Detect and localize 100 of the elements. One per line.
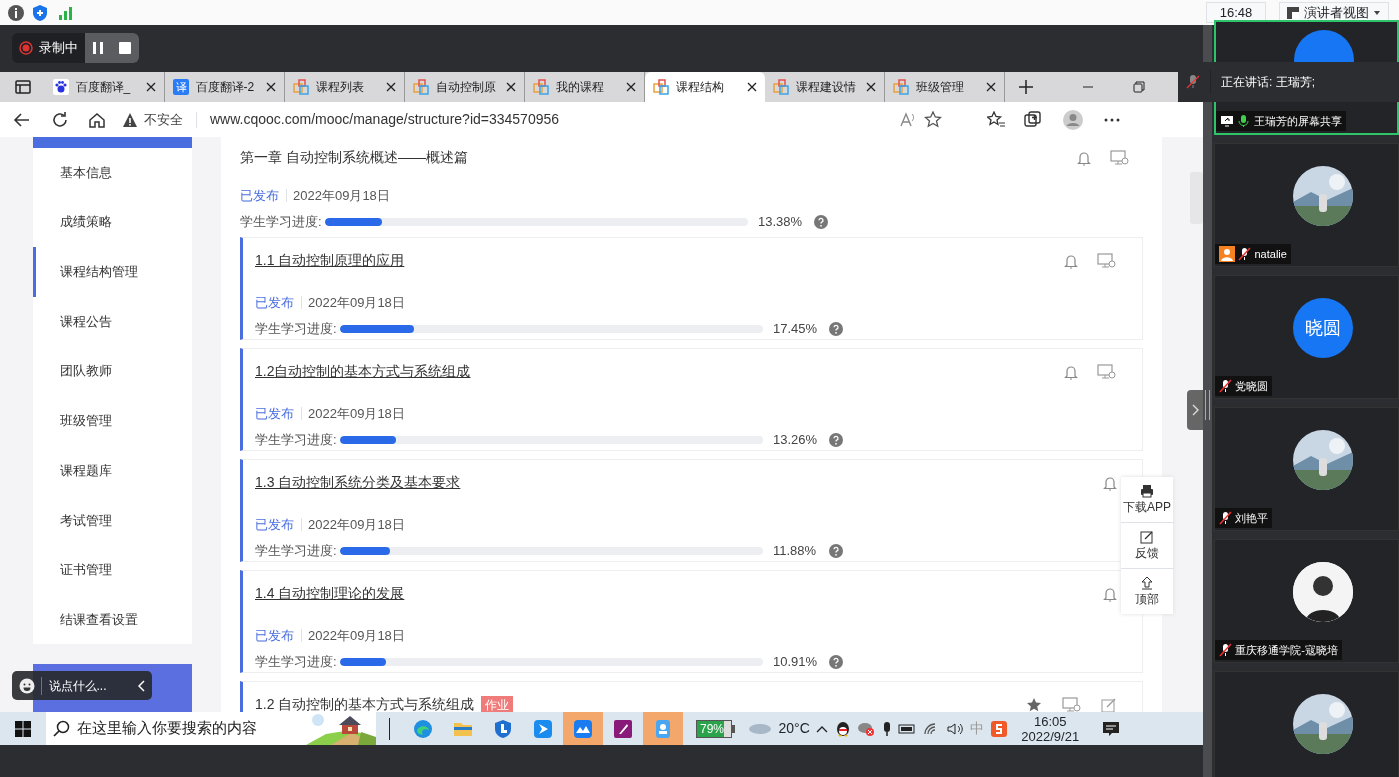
pen-app-icon[interactable] [612,717,634,740]
taskbar-time: 16:05 [1033,713,1067,729]
clock: 16:48 [1205,1,1267,24]
read-aloud-icon[interactable] [899,110,917,129]
sidebar-item[interactable]: 课程公告 [33,296,192,347]
publish-status: 已发布 [255,294,294,312]
section-title[interactable]: 1.4 自动控制理论的发展 [255,583,1103,604]
arrow-app-icon[interactable] [532,717,554,740]
close-icon[interactable] [626,82,636,92]
progress-label: 学生学习进度: [255,320,338,338]
emoji-icon[interactable] [18,677,35,694]
close-icon[interactable] [146,82,156,92]
url-field[interactable]: www.cqooc.com/mooc/manage/structure?id=334570956 [210,109,893,130]
progress-reading: 13.38% [758,213,804,231]
sidebar-item[interactable]: 课程题库 [33,445,192,496]
float-tool-button[interactable]: 顶部 [1121,568,1173,614]
restore-icon[interactable] [1133,81,1145,93]
sidebar-item[interactable]: 证书管理 [33,545,192,595]
scrollbar-thumb[interactable] [1190,172,1203,224]
squares-icon [893,79,909,95]
new-tab-icon[interactable] [1018,79,1034,95]
browser-icon[interactable] [412,717,434,740]
paw-icon [53,79,69,95]
chevron-up-icon[interactable] [816,724,829,733]
pause-icon[interactable] [91,41,105,55]
bell-icon[interactable] [1063,252,1078,269]
close-icon[interactable] [506,82,516,92]
tab-actions-icon[interactable] [14,79,31,95]
sidebar-item[interactable]: 考试管理 [33,495,192,546]
chevron-left-icon[interactable] [137,679,146,692]
profile-icon[interactable] [1061,108,1084,131]
shield-icon[interactable] [31,3,49,22]
mountain-app-icon[interactable] [572,717,594,740]
refresh-icon[interactable] [50,110,69,129]
help-icon[interactable] [829,654,843,669]
sidebar-item[interactable]: 结课查看设置 [33,594,192,645]
close-icon[interactable] [986,82,996,92]
close-icon[interactable] [747,82,757,92]
monitor-icon[interactable] [1097,252,1117,269]
windows-icon[interactable] [14,719,32,738]
sidebar-item[interactable]: 基本信息 [33,147,192,198]
publish-status: 已发布 [255,405,294,423]
video-tile: 晓圆 党晓圆 [1214,275,1399,399]
bell-icon[interactable] [1063,363,1078,380]
publish-status: 已发布 [255,627,294,645]
video-tile: 重庆移通学院-寇晓培 [1214,539,1399,663]
sidebar-item[interactable]: 课程结构管理 [33,247,192,297]
monitor-icon[interactable] [1110,149,1130,166]
publish-status: 已发布 [255,516,294,534]
float-tool-button[interactable]: 反馈 [1121,522,1173,568]
favorite-add-icon[interactable] [923,110,942,129]
float-tool-button[interactable]: 下载APP [1121,477,1173,522]
cloud-error-icon[interactable] [857,720,876,737]
back-icon[interactable] [13,110,31,129]
section-title[interactable]: 1.2 自动控制的基本方式与系统组成 [255,694,475,712]
help-icon[interactable] [829,321,843,336]
splitter-handle[interactable] [1205,390,1210,420]
sidebar-item[interactable]: 团队教师 [33,346,192,397]
arrow-up-icon [1140,575,1154,590]
battery-icon[interactable] [898,723,917,734]
sidebar-item[interactable]: 成绩策略 [33,197,192,247]
recording-indicator: 录制中 [12,38,85,58]
penguin-icon[interactable] [834,720,851,737]
monitor-icon[interactable] [1061,696,1082,712]
section-title[interactable]: 1.2自动控制的基本方式与系统组成 [255,361,1064,382]
volume-icon[interactable] [947,721,964,736]
close-icon[interactable] [386,82,396,92]
home-icon[interactable] [88,110,106,129]
bell-icon[interactable] [1103,585,1117,602]
progress-label: 学生学习进度: [255,431,338,449]
info-icon[interactable] [6,3,25,22]
bell-icon[interactable] [1076,149,1091,166]
edit-icon[interactable] [1101,696,1117,712]
collections-icon[interactable] [1024,110,1042,129]
close-icon[interactable] [866,82,876,92]
shield-icon[interactable] [492,717,514,740]
microphone-icon[interactable] [881,720,892,737]
chapter-title: 第一章 自动控制系统概述——概述篇 [240,148,469,167]
star-icon[interactable] [1026,696,1042,712]
help-icon[interactable] [829,543,843,558]
edit-icon [1140,529,1154,544]
notification-icon[interactable] [1101,720,1120,737]
favorites-icon[interactable] [986,110,1005,129]
video-tile: 刘艳平 [1214,407,1399,531]
stop-icon[interactable] [118,41,132,55]
person-icon [1219,245,1235,262]
bell-icon[interactable] [1103,474,1117,491]
help-icon[interactable] [829,432,843,447]
expand-handle[interactable] [1187,390,1203,430]
progress-reading: 13.26% [773,431,819,449]
browser-tab[interactable]: 课程结构 [645,72,765,102]
s-app-icon[interactable] [990,719,1009,738]
section-title[interactable]: 1.1 自动控制原理的应用 [255,250,1064,271]
help-icon[interactable] [814,214,828,229]
sidebar-item[interactable]: 班级管理 [33,396,192,446]
taskbar-search-field[interactable]: 在这里输入你要搜索的内容 [46,712,376,745]
close-icon[interactable] [266,82,276,92]
section-title[interactable]: 1.3 自动控制系统分类及基本要求 [255,472,1103,493]
layout-icon [1286,5,1301,20]
monitor-icon[interactable] [1097,363,1117,380]
